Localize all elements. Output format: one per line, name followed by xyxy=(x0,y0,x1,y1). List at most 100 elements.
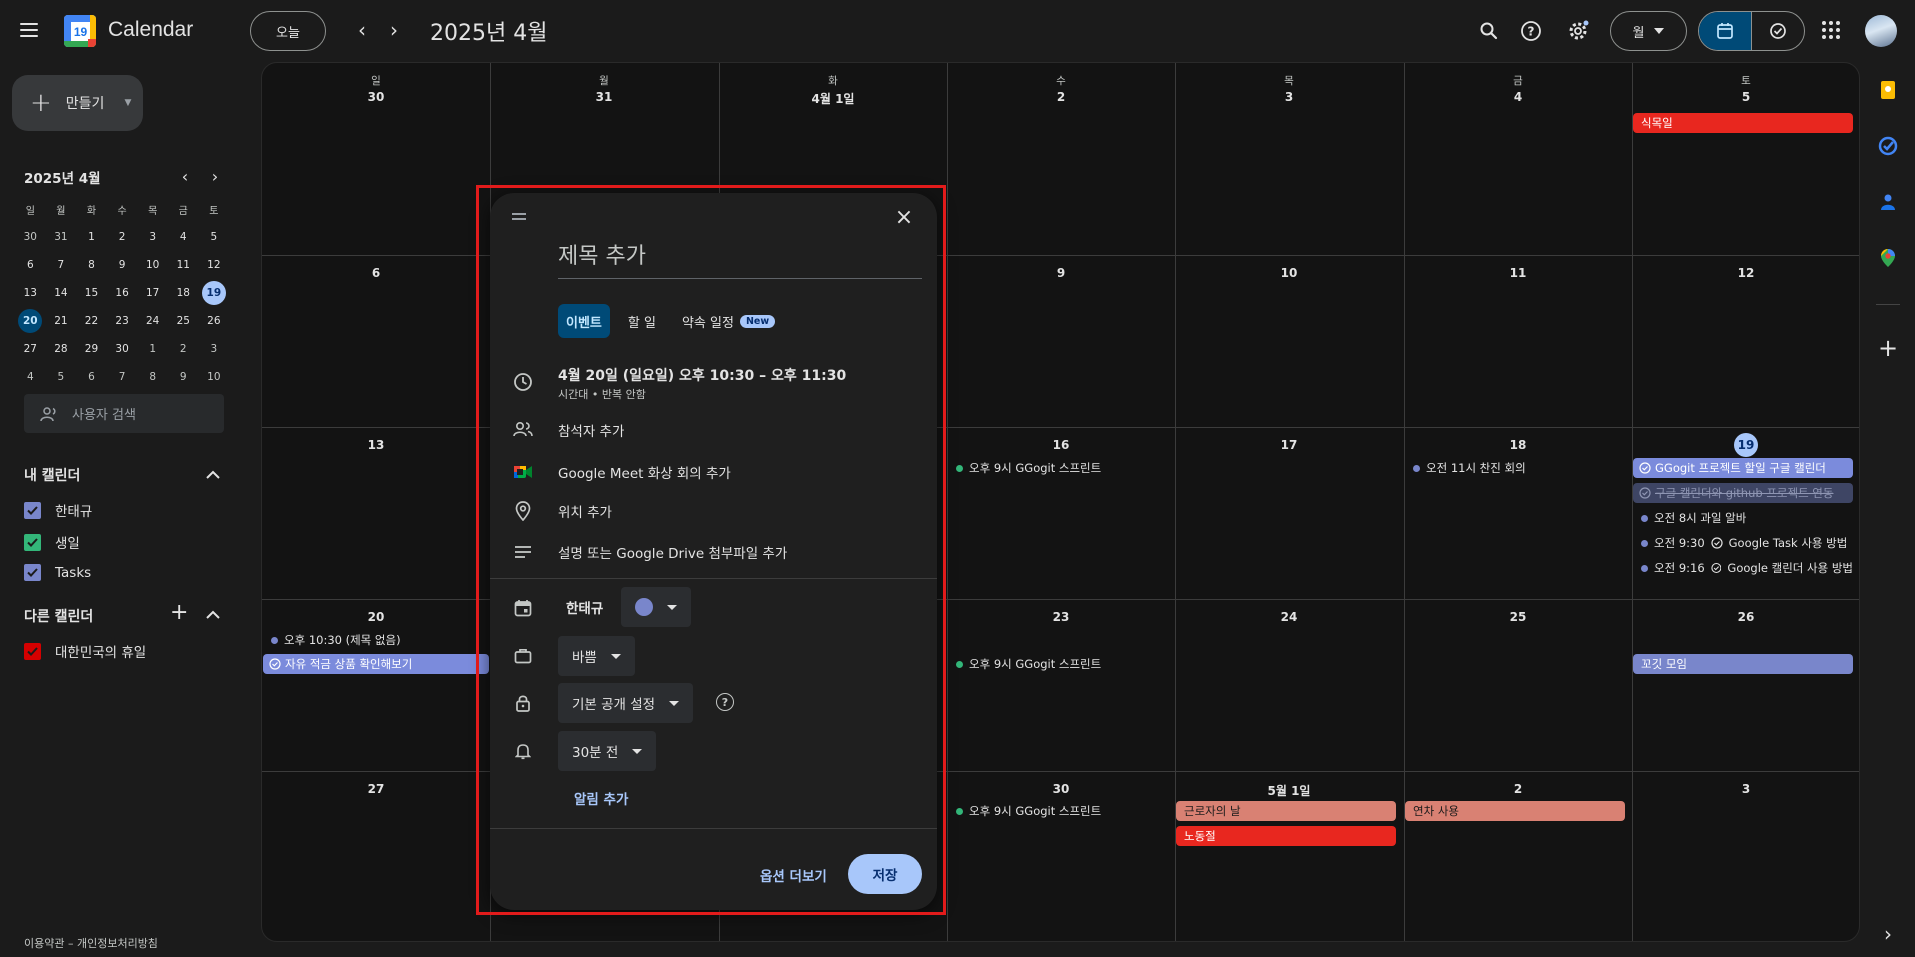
more-options-button[interactable]: 옵션 더보기 xyxy=(760,865,827,885)
next-month-icon[interactable]: › xyxy=(382,18,406,42)
keep-icon[interactable] xyxy=(1876,78,1900,102)
tab-appointment[interactable]: 약속 일정 New xyxy=(674,304,783,338)
google-apps-icon[interactable] xyxy=(1822,21,1840,39)
checkbox-checked-icon[interactable] xyxy=(24,533,41,551)
mini-day[interactable]: 17 xyxy=(137,281,168,305)
mini-day[interactable]: 5 xyxy=(46,365,77,389)
date-label[interactable]: 20 xyxy=(262,607,490,627)
mini-day[interactable]: 4 xyxy=(15,365,46,389)
date-label[interactable]: 27 xyxy=(262,779,490,799)
date-label[interactable]: 3 xyxy=(1632,779,1859,799)
calendar-view-icon[interactable] xyxy=(1699,12,1752,50)
add-google-meet[interactable]: Google Meet 화상 회의 추가 xyxy=(558,462,731,482)
event-chip[interactable]: 근로자의 날 xyxy=(1176,801,1396,821)
mini-day[interactable]: 10 xyxy=(137,253,168,277)
prev-month-icon[interactable]: ‹ xyxy=(350,18,374,42)
event-item[interactable]: 오후 9시 GGogit 스프린트 xyxy=(948,458,1174,478)
date-label-today[interactable]: 19 xyxy=(1632,433,1859,457)
search-icon[interactable] xyxy=(1474,16,1504,46)
event-chip[interactable]: 노동절 xyxy=(1176,826,1396,846)
date-label[interactable]: 5 xyxy=(1632,87,1859,107)
task-chip[interactable]: 자유 적금 상품 확인해보기 xyxy=(263,654,489,674)
mini-day[interactable]: 7 xyxy=(107,365,138,389)
tasks-view-icon[interactable] xyxy=(1752,12,1804,50)
date-label[interactable]: 12 xyxy=(1632,263,1859,283)
mini-day[interactable]: 5 xyxy=(199,225,230,249)
mini-day[interactable]: 9 xyxy=(107,253,138,277)
task-item[interactable]: 오전 9:16 Google 캘린더 사용 방법 xyxy=(1633,558,1853,578)
mini-day[interactable]: 8 xyxy=(137,365,168,389)
mini-day[interactable]: 14 xyxy=(46,281,77,305)
date-label[interactable]: 2 xyxy=(947,87,1175,107)
mini-day[interactable]: 23 xyxy=(107,309,138,333)
my-calendars-title[interactable]: 내 캘린더 xyxy=(24,465,80,485)
mini-day-today[interactable]: 19 xyxy=(199,281,230,305)
event-item[interactable]: 오전 11시 찬진 회의 xyxy=(1405,458,1631,478)
date-label[interactable]: 11 xyxy=(1404,263,1632,283)
add-location[interactable]: 위치 추가 xyxy=(558,501,612,521)
maps-icon[interactable] xyxy=(1876,246,1900,270)
mini-day[interactable]: 7 xyxy=(46,253,77,277)
mini-day[interactable]: 31 xyxy=(46,225,77,249)
event-item[interactable]: 오후 10:30 (제목 없음) xyxy=(263,630,489,650)
drag-handle-icon[interactable] xyxy=(512,213,526,223)
settings-gear-icon[interactable] xyxy=(1563,16,1593,46)
date-label[interactable]: 26 xyxy=(1632,607,1859,627)
mini-day[interactable]: 13 xyxy=(15,281,46,305)
mini-day[interactable]: 26 xyxy=(199,309,230,333)
mini-day[interactable]: 3 xyxy=(137,225,168,249)
save-button[interactable]: 저장 xyxy=(848,854,922,894)
add-calendar-plus-icon[interactable]: + xyxy=(170,602,188,624)
people-search-input[interactable]: 사용자 검색 xyxy=(24,394,224,433)
mini-day-selected[interactable]: 20 xyxy=(15,309,46,333)
other-calendars-title[interactable]: 다른 캘린더 xyxy=(24,606,93,626)
mini-day[interactable]: 21 xyxy=(46,309,77,333)
help-icon[interactable]: ? xyxy=(1516,16,1546,46)
mini-day[interactable]: 11 xyxy=(168,253,199,277)
date-label[interactable]: 13 xyxy=(262,435,490,455)
mini-day[interactable]: 2 xyxy=(168,337,199,361)
create-button[interactable]: + 만들기 ▼ xyxy=(12,75,143,131)
add-addon-plus-icon[interactable]: + xyxy=(1876,334,1900,362)
availability-dropdown[interactable]: 바쁨 xyxy=(558,636,635,676)
mini-day[interactable]: 16 xyxy=(107,281,138,305)
mini-day[interactable]: 3 xyxy=(199,337,230,361)
app-title[interactable]: Calendar xyxy=(108,18,193,42)
mini-next-icon[interactable]: › xyxy=(204,165,226,187)
mini-day[interactable]: 1 xyxy=(137,337,168,361)
mini-day[interactable]: 25 xyxy=(168,309,199,333)
mini-day[interactable]: 30 xyxy=(15,225,46,249)
event-item[interactable]: 오후 9시 GGogit 스프린트 xyxy=(948,801,1174,821)
reminder-dropdown[interactable]: 30분 전 xyxy=(558,731,657,771)
mini-day[interactable]: 27 xyxy=(15,337,46,361)
mini-day[interactable]: 6 xyxy=(76,365,107,389)
add-description[interactable]: 설명 또는 Google Drive 첨부파일 추가 xyxy=(558,542,787,562)
date-label[interactable]: 24 xyxy=(1175,607,1403,627)
event-item[interactable]: 오후 9시 GGogit 스프린트 xyxy=(948,654,1174,674)
tab-task[interactable]: 할 일 xyxy=(620,304,664,338)
date-label[interactable]: 4월 1일 xyxy=(719,87,947,110)
date-label[interactable]: 5월 1일 xyxy=(1175,779,1403,802)
add-guests[interactable]: 참석자 추가 xyxy=(558,420,624,440)
task-item[interactable]: 오전 9:30 Google Task 사용 방법 xyxy=(1633,533,1853,553)
visibility-dropdown[interactable]: 기본 공개 설정 xyxy=(558,683,694,723)
date-label[interactable]: 10 xyxy=(1175,263,1403,283)
avatar[interactable] xyxy=(1865,15,1897,47)
checkbox-checked-icon[interactable] xyxy=(24,501,41,519)
date-label[interactable]: 4 xyxy=(1404,87,1632,107)
date-label[interactable]: 9 xyxy=(947,263,1175,283)
mini-day[interactable]: 30 xyxy=(107,337,138,361)
tab-event[interactable]: 이벤트 xyxy=(558,304,610,338)
date-label[interactable]: 6 xyxy=(262,263,490,283)
calendar-item-birthday[interactable]: 생일 xyxy=(24,532,80,552)
view-switcher-button[interactable]: 월 xyxy=(1610,11,1687,51)
help-icon[interactable]: ? xyxy=(716,693,734,711)
date-label[interactable]: 30 xyxy=(262,87,490,107)
event-title-input[interactable] xyxy=(558,239,922,279)
mini-day[interactable]: 24 xyxy=(137,309,168,333)
mini-day[interactable]: 8 xyxy=(76,253,107,277)
timezone-repeat[interactable]: 시간대 • 반복 안함 xyxy=(558,386,646,402)
checkbox-checked-icon[interactable] xyxy=(24,642,41,660)
mini-day[interactable]: 2 xyxy=(107,225,138,249)
contacts-icon[interactable] xyxy=(1876,190,1900,214)
